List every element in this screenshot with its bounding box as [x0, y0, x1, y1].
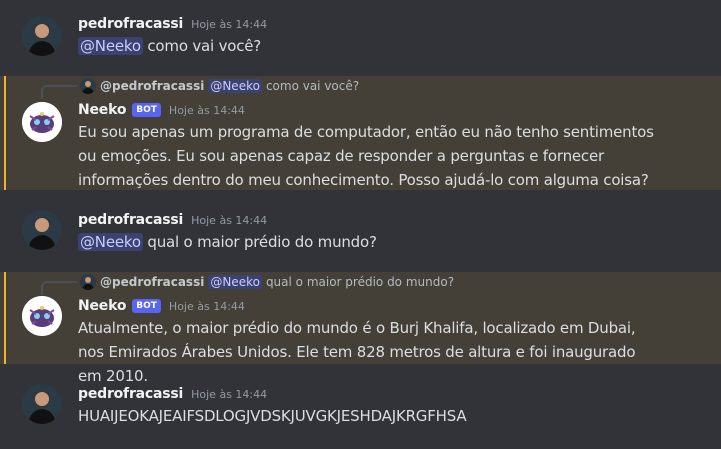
username[interactable]: Neeko [78, 102, 126, 118]
timestamp: Hoje às 14:44 [191, 213, 268, 227]
reply-preview[interactable]: @pedrofracassi @Neeko qual o maior prédi… [80, 273, 454, 291]
reply-avatar [80, 274, 96, 290]
message-text: HUAIJEOKAJEAIFSDLOGJVDSKJUVGKJESHDAJKRGF… [78, 407, 467, 425]
timestamp: Hoje às 14:44 [168, 103, 245, 117]
message-text: Atualmente, o maior prédio do mundo é o … [78, 319, 636, 385]
message-header: Neeko BOT Hoje às 14:44 [78, 100, 245, 120]
message-bot-1: @pedrofracassi @Neeko como vai você? Nee… [0, 76, 721, 190]
reply-avatar [80, 78, 96, 94]
bot-badge: BOT [132, 103, 161, 117]
username[interactable]: Neeko [78, 298, 126, 314]
message-content: @Neeko como vai você? [78, 34, 698, 58]
message-content: @Neeko qual o maior prédio do mundo? [78, 230, 698, 254]
reply-preview[interactable]: @pedrofracassi @Neeko como vai você? [80, 77, 359, 95]
user-avatar[interactable] [22, 16, 62, 56]
timestamp: Hoje às 14:44 [191, 17, 268, 31]
message-header: pedrofracassi Hoje às 14:44 [78, 14, 267, 34]
message-text: Eu sou apenas um programa de computador,… [78, 123, 654, 189]
message-user-2: pedrofracassi Hoje às 14:44 @Neeko qual … [0, 204, 721, 264]
reply-mention[interactable]: @Neeko [208, 275, 262, 289]
message-header: Neeko BOT Hoje às 14:44 [78, 296, 245, 316]
message-header: pedrofracassi Hoje às 14:44 [78, 210, 267, 230]
reply-mention[interactable]: @Neeko [208, 79, 262, 93]
message-bot-2: @pedrofracassi @Neeko qual o maior prédi… [0, 272, 721, 385]
reply-text: como vai você? [265, 79, 360, 93]
reply-author[interactable]: @pedrofracassi [100, 275, 204, 289]
username[interactable]: pedrofracassi [78, 386, 183, 402]
reply-text: qual o maior prédio do mundo? [265, 275, 455, 289]
reply-spine [41, 85, 77, 99]
mention[interactable]: @Neeko [78, 37, 143, 55]
message-user-1: pedrofracassi Hoje às 14:44 @Neeko como … [0, 8, 721, 68]
message-text: como vai você? [142, 37, 262, 55]
message-content: Eu sou apenas um programa de computador,… [78, 120, 658, 192]
reply-spine [41, 281, 77, 295]
message-header: pedrofracassi Hoje às 14:44 [78, 384, 267, 404]
timestamp: Hoje às 14:44 [191, 387, 268, 401]
message-content: HUAIJEOKAJEAIFSDLOGJVDSKJUVGKJESHDAJKRGF… [78, 404, 698, 428]
timestamp: Hoje às 14:44 [168, 299, 245, 313]
user-avatar[interactable] [22, 210, 62, 250]
bot-badge: BOT [132, 299, 161, 313]
user-avatar[interactable] [22, 384, 62, 424]
reply-author[interactable]: @pedrofracassi [100, 79, 204, 93]
username[interactable]: pedrofracassi [78, 212, 183, 228]
message-user-3: pedrofracassi Hoje às 14:44 HUAIJEOKAJEA… [0, 378, 721, 438]
mention[interactable]: @Neeko [78, 233, 143, 251]
bot-avatar[interactable] [22, 296, 62, 336]
bot-avatar[interactable] [22, 102, 62, 142]
username[interactable]: pedrofracassi [78, 16, 183, 32]
message-text: qual o maior prédio do mundo? [142, 233, 377, 251]
